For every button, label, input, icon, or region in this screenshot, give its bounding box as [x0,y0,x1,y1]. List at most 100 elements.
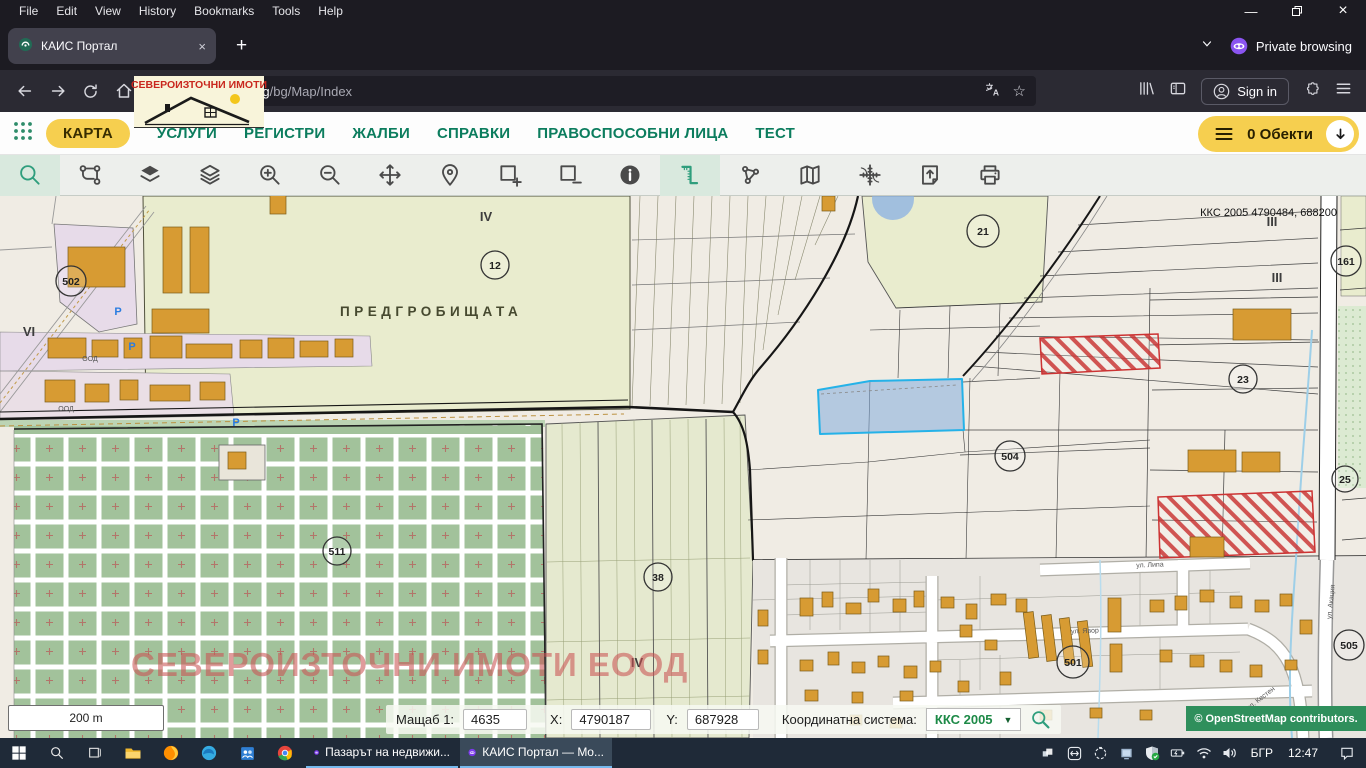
menu-bookmarks[interactable]: Bookmarks [185,2,263,20]
tool-polygon-nodes[interactable] [720,155,780,196]
tool-zoom-out[interactable] [300,155,360,196]
tab-close-icon[interactable]: × [198,39,206,54]
defender-tray-icon[interactable] [1141,738,1164,768]
x-input[interactable]: 4790187 [571,709,651,730]
parking-symbol: P [114,306,121,318]
selected-parcel[interactable] [818,379,964,434]
sign-in-button[interactable]: Sign in [1201,78,1289,105]
extensions-puzzle-icon[interactable] [1303,80,1321,103]
taskbar-window-kais[interactable]: КАИС Портал — Mo... [460,738,612,768]
photos-app-icon[interactable] [228,738,266,768]
tool-route-nodes[interactable] [60,155,120,196]
objects-download-icon[interactable] [1326,120,1354,148]
wifi-tray-icon[interactable] [1193,738,1216,768]
tool-print[interactable] [960,155,1020,196]
minimize-button[interactable]: — [1228,0,1274,22]
parking-symbol: P [128,341,135,353]
coordinates-search-icon[interactable] [1030,709,1051,730]
nav-item-spravki[interactable]: СПРАВКИ [437,125,510,142]
firefox-icon[interactable] [152,738,190,768]
library-icon[interactable] [1138,80,1155,102]
crs-dropdown[interactable]: ККС 2005▼ [926,708,1022,731]
tab-favicon [18,37,33,55]
x-label: X: [550,712,562,727]
bookmark-star-icon[interactable]: ☆ [1013,82,1026,100]
new-tab-button[interactable]: + [236,35,247,57]
parcel-number: 505 [1340,640,1358,652]
teamviewer-tray-icon[interactable] [1063,738,1086,768]
window-controls: — × [1228,0,1366,22]
hidden-icons-button[interactable] [1037,738,1060,768]
tool-layers-stack[interactable] [180,155,240,196]
file-explorer-icon[interactable] [114,738,152,768]
power-tray-icon[interactable] [1167,738,1190,768]
translate-icon[interactable]: A [984,81,1001,101]
tool-rect-zoom-out[interactable] [540,155,600,196]
map-canvas[interactable]: 5021221161232550451138501505IVVIIIIIIIIV… [0,196,1366,738]
osm-attribution[interactable]: © OpenStreetMap contributors. [1186,706,1366,731]
forward-button[interactable] [41,75,74,107]
zone-roman-numeral: VI [23,324,35,339]
edge-icon[interactable] [190,738,228,768]
tool-info[interactable] [600,155,660,196]
objects-button[interactable]: 0 Обекти [1198,116,1359,152]
zone-roman-numeral: III [1272,270,1283,285]
url-bar[interactable]: kais.cadastre.bg/bg/Map/Index A ☆ [144,76,1036,106]
sidebar-icon[interactable] [1169,80,1187,102]
tool-location-pin[interactable] [420,155,480,196]
tab-list-chevron-icon[interactable] [1200,37,1214,56]
tool-zoom-in[interactable] [240,155,300,196]
firefox-private-icon [314,745,319,760]
cursor-coordinates: ККС 2005 4790484, 688200 [1200,207,1337,219]
taskbar: Пазарът на недвижи... КАИС Портал — Mo..… [0,738,1366,768]
menu-edit[interactable]: Edit [47,2,86,20]
task-view-icon[interactable] [76,738,114,768]
parcel-number: 21 [977,226,989,238]
taskbar-search-icon[interactable] [38,738,76,768]
tool-export-page[interactable] [900,155,960,196]
language-indicator[interactable]: БГР [1245,746,1279,760]
menu-history[interactable]: History [130,2,185,20]
y-input[interactable]: 687928 [687,709,759,730]
tool-measure[interactable] [660,155,720,196]
nav-item-pravosposobni[interactable]: ПРАВОСПОСОБНИ ЛИЦА [537,125,728,142]
apps-grid-icon[interactable] [12,120,34,147]
map-status-bar: Мащаб 1: 4635 X: 4790187 Y: 687928 Коорд… [386,705,1061,734]
tool-rect-zoom-in[interactable] [480,155,540,196]
chrome-icon[interactable] [266,738,304,768]
cadastre-map[interactable]: 5021221161232550451138501505IVVIIIIIIIIV… [0,196,1366,738]
scale-label: Мащаб 1: [396,712,454,727]
tool-search[interactable] [0,155,60,196]
start-button[interactable] [0,738,38,768]
tool-coordinate-grid[interactable] [840,155,900,196]
tool-map[interactable] [780,155,840,196]
restore-button[interactable] [1274,0,1320,22]
app-menu-icon[interactable] [1335,80,1352,102]
nav-item-test[interactable]: ТЕСТ [755,125,795,142]
clock[interactable]: 12:47 [1282,746,1324,760]
tool-layers-base[interactable] [120,155,180,196]
menu-tools[interactable]: Tools [263,2,309,20]
nav-item-zhalbi[interactable]: ЖАЛБИ [352,125,410,142]
action-center-icon[interactable] [1335,738,1358,768]
tool-pan[interactable] [360,155,420,196]
display-tray-icon[interactable] [1115,738,1138,768]
scale-input[interactable]: 4635 [463,709,527,730]
close-button[interactable]: × [1320,0,1366,22]
crs-dropdown-arrow-icon[interactable]: ▼ [1004,715,1013,725]
back-button[interactable] [8,75,41,107]
nav-item-karta[interactable]: КАРТА [46,119,130,148]
volume-tray-icon[interactable] [1219,738,1242,768]
menu-help[interactable]: Help [309,2,352,20]
taskbar-window-pazarut[interactable]: Пазарът на недвижи... [306,738,458,768]
tab-kais-portal[interactable]: КАИС Портал × [8,28,216,64]
private-mask-icon [1230,37,1248,55]
menu-view[interactable]: View [86,2,130,20]
snip-tray-icon[interactable] [1089,738,1112,768]
reload-button[interactable] [74,75,107,107]
tab-bar: КАИС Портал × + Private browsing [0,22,1366,70]
agency-logo-house-icon [143,91,255,127]
menu-file[interactable]: File [10,2,47,20]
parcel-number: 12 [489,260,501,272]
street-label: ООД [58,406,74,413]
